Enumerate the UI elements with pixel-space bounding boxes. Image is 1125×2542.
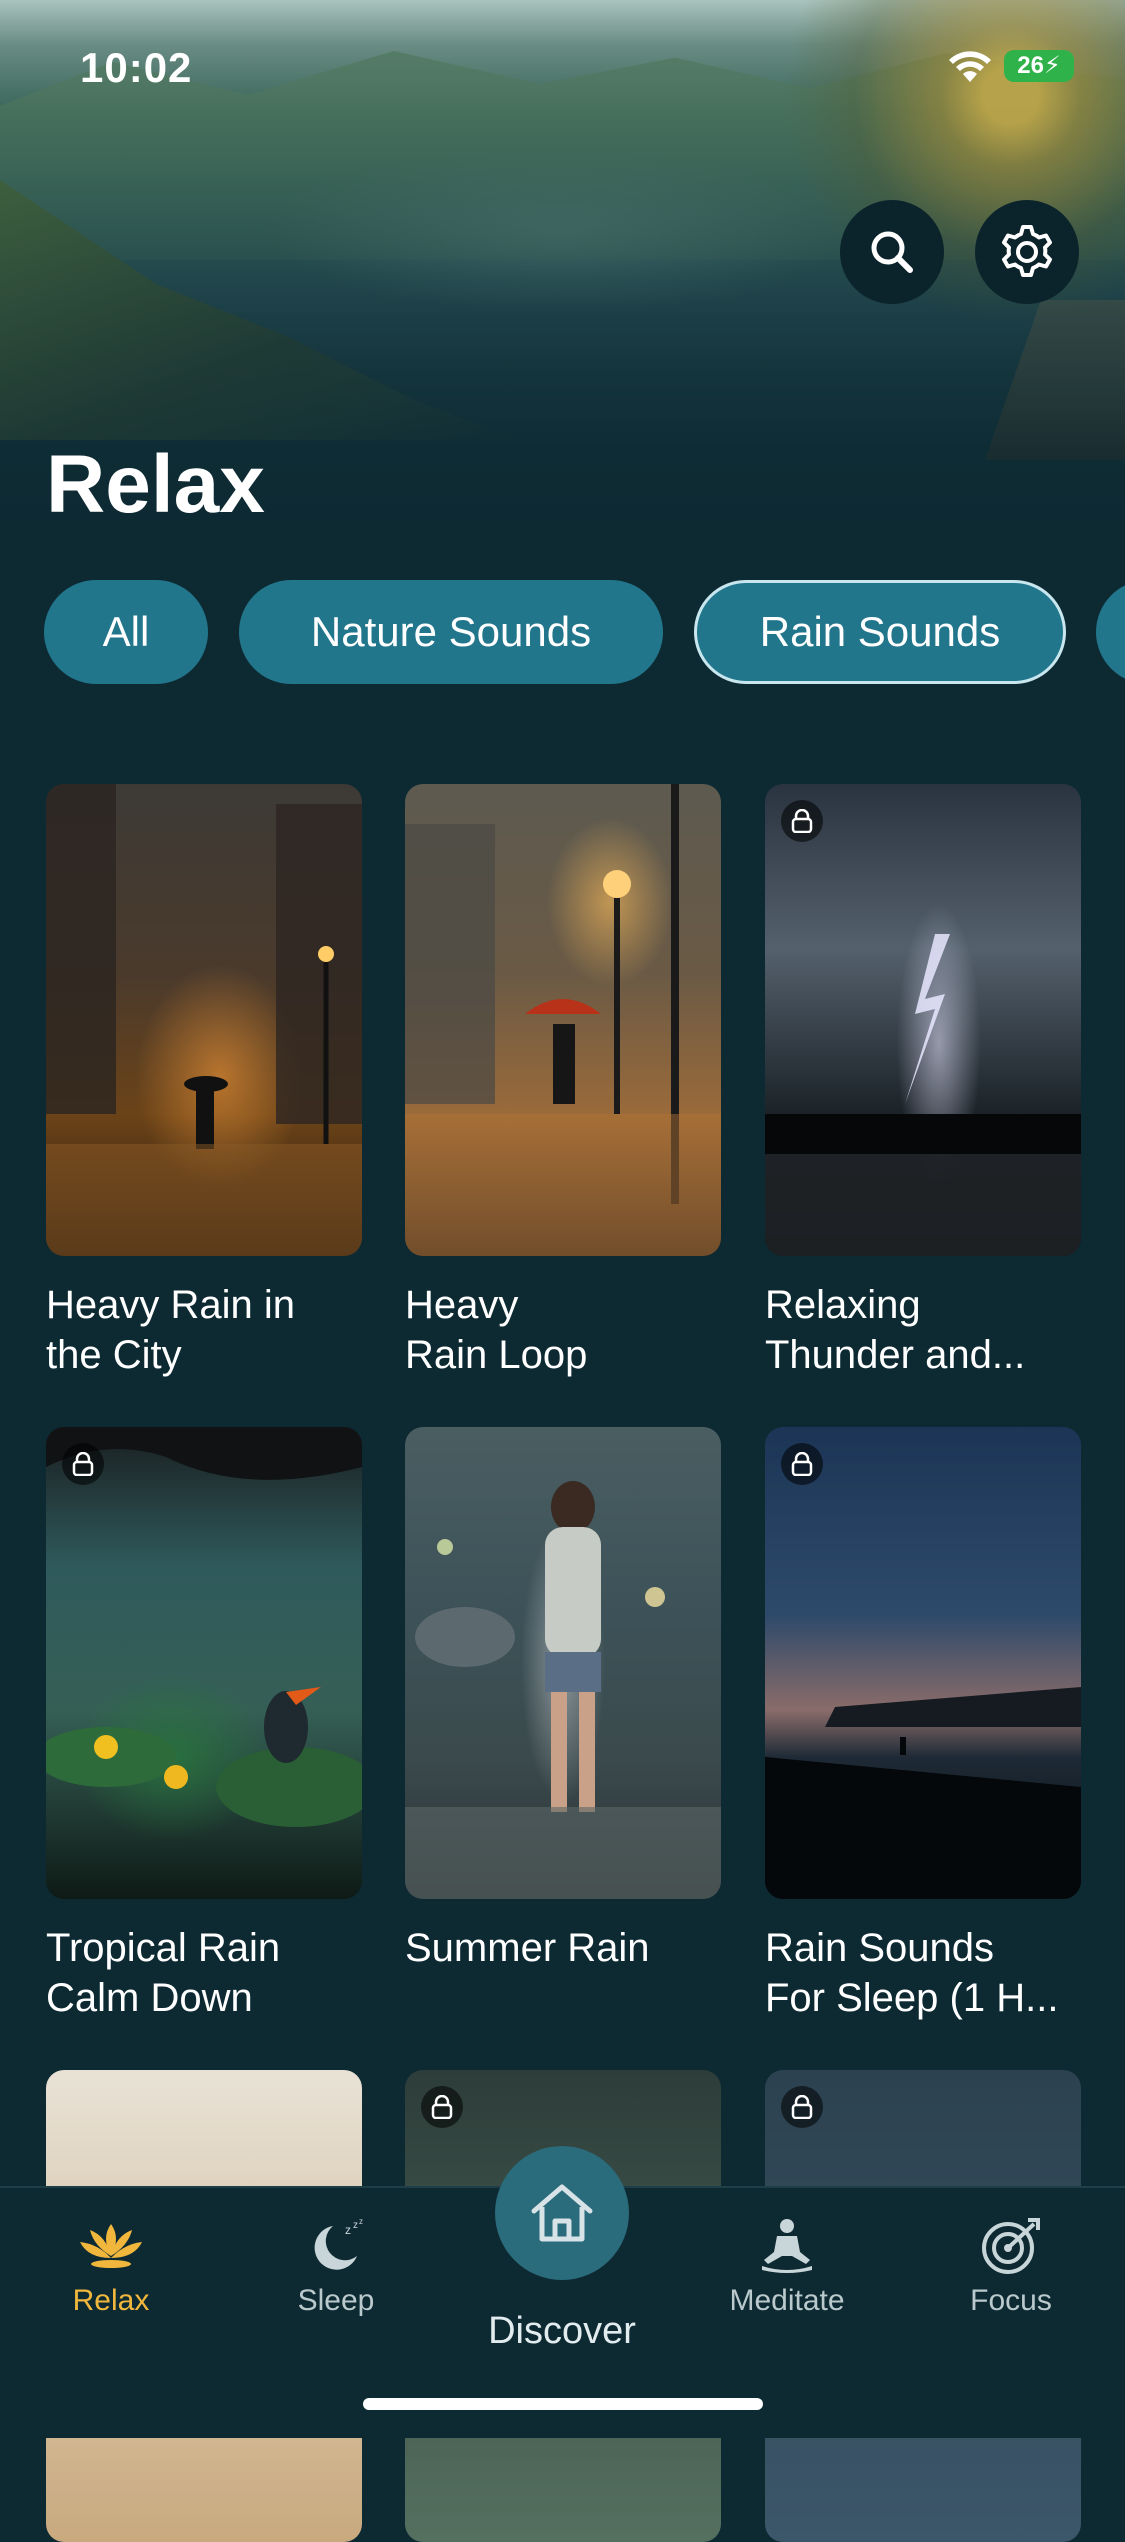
tab-label: Meditate xyxy=(729,2284,845,2317)
lock-badge xyxy=(781,1443,823,1485)
wifi-icon xyxy=(949,51,991,82)
sound-card[interactable]: Summer Rain xyxy=(405,1427,721,1970)
svg-text:z: z xyxy=(353,2220,358,2231)
status-time: 10:02 xyxy=(80,44,193,91)
sound-card[interactable]: Heavy Rain Loop xyxy=(405,784,721,1377)
card-title: Heavy Rain Loop xyxy=(405,1280,735,1380)
search-icon xyxy=(871,231,913,273)
home-icon xyxy=(531,2184,593,2242)
discover-button[interactable] xyxy=(495,2146,629,2280)
tab-meditate[interactable]: Meditate xyxy=(712,2216,862,2318)
card-title-line: Heavy Rain in xyxy=(46,1283,296,1327)
rain-sleep-illustration xyxy=(765,1687,1081,1899)
card-thumbnail xyxy=(46,1427,362,1899)
svg-text:z: z xyxy=(345,2223,351,2237)
card-title-line: Rain Sounds xyxy=(765,1926,995,1970)
chip-label: All xyxy=(102,608,150,655)
sound-card[interactable]: Rain Sounds For Sleep (1 H... xyxy=(765,1427,1081,2020)
tab-discover-label[interactable]: Discover xyxy=(412,2310,712,2353)
sound-card[interactable]: Tropical Rain Calm Down xyxy=(46,1427,362,2020)
card-title-line: Summer Rain xyxy=(405,1926,650,1970)
card-thumbnail xyxy=(765,1427,1081,1899)
card-thumbnail xyxy=(46,784,362,1256)
chip-label: Rain Sounds xyxy=(759,608,1001,655)
charging-icon: ⚡ xyxy=(1043,52,1061,79)
card-title-line: Relaxing xyxy=(765,1283,921,1327)
chip-nature-sounds[interactable]: Nature Sounds xyxy=(239,580,663,684)
battery-level: 26 xyxy=(1017,52,1044,79)
sound-card[interactable]: Heavy Rain in the City xyxy=(46,784,362,1377)
lock-icon xyxy=(72,1452,94,1476)
rain-city-illustration xyxy=(46,784,362,1256)
card-title-line: Thunder and... xyxy=(765,1333,1026,1377)
tab-focus[interactable]: Focus xyxy=(936,2216,1086,2318)
svg-text:z: z xyxy=(359,2217,363,2226)
lock-badge xyxy=(421,2086,463,2128)
category-chips: All Nature Sounds Rain Sounds xyxy=(0,580,1125,688)
rain-loop-illustration xyxy=(405,784,721,1256)
card-title-line: Heavy xyxy=(405,1283,519,1327)
chip-next[interactable] xyxy=(1096,580,1125,684)
card-title: Relaxing Thunder and... xyxy=(765,1280,1095,1380)
lock-badge xyxy=(781,2086,823,2128)
card-title-line: Calm Down xyxy=(46,1976,253,2020)
card-title-line: Tropical Rain xyxy=(46,1926,281,1970)
summer-rain-illustration xyxy=(405,1481,721,1899)
tropical-rain-illustration xyxy=(46,1427,362,1827)
tab-label: Relax xyxy=(72,2284,150,2317)
meditate-icon xyxy=(762,2219,812,2273)
lotus-icon xyxy=(80,2224,142,2268)
card-title-line: For Sleep (1 H... xyxy=(765,1976,1059,2020)
card-title: Summer Rain xyxy=(405,1923,735,1973)
card-title: Tropical Rain Calm Down xyxy=(46,1923,376,2023)
sound-card[interactable]: Relaxing Thunder and... xyxy=(765,784,1081,1377)
page-title: Relax xyxy=(46,439,265,530)
lock-badge xyxy=(62,1443,104,1485)
lock-icon xyxy=(791,1452,813,1476)
settings-button[interactable] xyxy=(975,200,1079,304)
tab-label: Sleep xyxy=(297,2284,375,2317)
chip-label: Nature Sounds xyxy=(310,608,592,655)
lock-icon xyxy=(791,2095,813,2119)
card-title-line: Rain Loop xyxy=(405,1333,588,1377)
gear-icon xyxy=(1002,225,1052,277)
card-thumbnail xyxy=(405,784,721,1256)
thunder-illustration xyxy=(765,934,1081,1256)
status-bar: 10:02 26⚡ xyxy=(0,40,1125,100)
chip-all[interactable]: All xyxy=(44,580,208,684)
lock-icon xyxy=(431,2095,453,2119)
card-thumbnail xyxy=(765,784,1081,1256)
moon-icon: z z z xyxy=(314,2217,363,2270)
card-title: Rain Sounds For Sleep (1 H... xyxy=(765,1923,1095,2023)
battery-indicator: 26⚡ xyxy=(1004,50,1074,82)
card-thumbnail xyxy=(405,1427,721,1899)
tab-relax[interactable]: Relax xyxy=(36,2216,186,2318)
chip-rain-sounds[interactable]: Rain Sounds xyxy=(694,580,1066,684)
search-button[interactable] xyxy=(840,200,944,304)
target-icon xyxy=(982,2218,1040,2274)
lock-badge xyxy=(781,800,823,842)
tab-label: Focus xyxy=(970,2284,1052,2317)
lock-icon xyxy=(791,809,813,833)
tab-sleep[interactable]: z z z Sleep xyxy=(261,2216,411,2318)
card-title-line: the City xyxy=(46,1333,182,1377)
cliff xyxy=(985,300,1125,460)
card-title: Heavy Rain in the City xyxy=(46,1280,376,1380)
home-indicator[interactable] xyxy=(363,2398,763,2410)
